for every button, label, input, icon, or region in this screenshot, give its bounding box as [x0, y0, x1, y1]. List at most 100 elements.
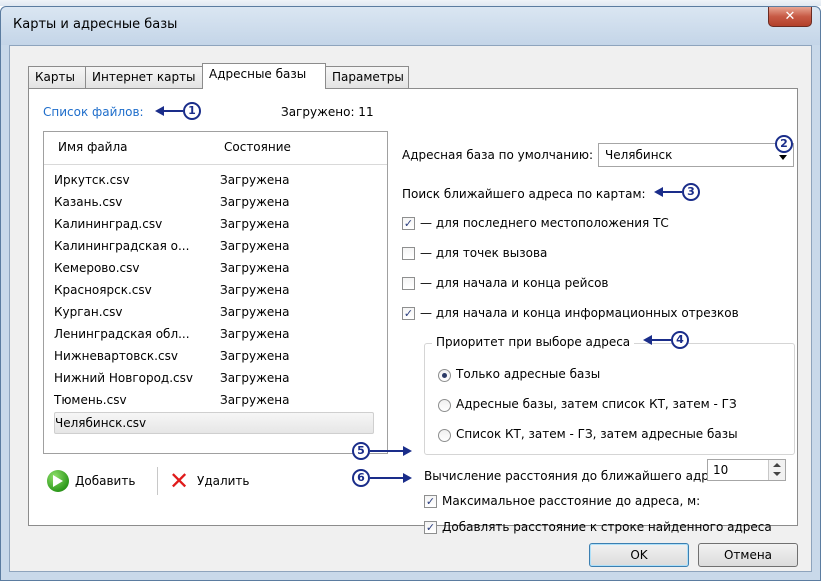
file-status: Загружена	[220, 371, 290, 385]
priority-radio-kt-gz-address[interactable]	[438, 429, 451, 442]
file-name: Калининград.csv	[54, 217, 163, 231]
file-row[interactable]: Нижний Новгород.csv Загружена	[54, 368, 374, 390]
priority-label-address-kt-gz: Адресные базы, затем список КТ, затем - …	[456, 397, 737, 411]
title-bar: Карты и адресные базы ✕	[1, 7, 820, 45]
tab-internet-maps[interactable]: Интернет карты	[85, 66, 203, 88]
file-name: Кемерово.csv	[54, 261, 140, 275]
file-status: Загружена	[220, 393, 290, 407]
spinner-buttons[interactable]	[768, 460, 785, 480]
file-row[interactable]: Ленинградская обл... Загружена	[54, 324, 374, 346]
callout-1: 1	[183, 102, 201, 120]
priority-radio-address-kt-gz[interactable]	[438, 399, 451, 412]
file-status: Загружена	[220, 283, 290, 297]
file-row[interactable]: Калининградская о... Загружена	[54, 236, 374, 258]
distance-heading: Вычисление расстояния до ближайшего адре…	[424, 469, 735, 483]
append-distance-checkbox[interactable]: ✓	[424, 521, 437, 534]
chevron-down-icon[interactable]	[779, 155, 787, 160]
file-name: Казань.csv	[54, 195, 123, 209]
file-status: Загружена	[220, 195, 290, 209]
callout-5-arrowhead	[403, 446, 412, 456]
add-button[interactable]: Добавить	[75, 474, 135, 488]
tab-maps[interactable]: Карты	[28, 66, 86, 88]
option-trips-checkbox[interactable]	[402, 277, 415, 290]
tab-parameters[interactable]: Параметры	[325, 66, 409, 88]
max-distance-label: Максимальное расстояние до адреса, м:	[442, 494, 701, 508]
option-last-location-checkbox[interactable]: ✓	[402, 217, 415, 230]
nearest-search-heading: Поиск ближайшего адреса по картам:	[402, 187, 646, 201]
priority-label-kt-gz-address: Список КТ, затем - ГЗ, затем адресные ба…	[456, 427, 738, 441]
priority-label-address-only: Только адресные базы	[456, 367, 601, 381]
option-call-points-label: — для точек вызова	[420, 246, 548, 260]
option-call-points-checkbox[interactable]	[402, 247, 415, 260]
ok-button[interactable]: OK	[589, 543, 689, 567]
file-list[interactable]: Имя файла Состояние Иркутск.csv Загружена…	[43, 131, 388, 454]
column-header-status[interactable]: Состояние	[224, 140, 291, 154]
priority-radio-address-only[interactable]	[438, 369, 451, 382]
add-icon[interactable]	[47, 470, 69, 492]
toolbar-divider	[157, 467, 158, 495]
default-base-select[interactable]: Челябинск	[598, 143, 794, 167]
callout-2: 2	[775, 135, 793, 153]
max-distance-value: 10	[713, 463, 729, 477]
file-row[interactable]: Казань.csv Загружена	[54, 192, 374, 214]
tab-address-bases[interactable]: Адресные базы	[202, 63, 326, 89]
option-trips-label: — для начала и конца рейсов	[420, 276, 609, 290]
dialog-client-area: Карты Интернет карты Адресные базы Парам…	[9, 45, 812, 572]
file-name: Калининградская о...	[54, 239, 190, 253]
file-name: Челябинск.csv	[55, 416, 147, 430]
file-name: Иркутск.csv	[54, 173, 130, 187]
option-last-location-label: — для последнего местоположения ТС	[420, 216, 669, 230]
delete-icon[interactable]: ✕	[168, 469, 190, 493]
default-base-value: Челябинск	[605, 148, 673, 162]
option-info-segments-checkbox[interactable]: ✓	[402, 307, 415, 320]
spin-down-icon[interactable]	[773, 472, 781, 476]
callout-6: 6	[352, 469, 370, 487]
file-row[interactable]: Иркутск.csv Загружена	[54, 170, 374, 192]
append-distance-label: Добавлять расстояние к строке найденного…	[442, 520, 772, 534]
close-button[interactable]: ✕	[768, 7, 812, 27]
tab-panel-address-bases: Список файлов: 1 Загружено: 11 Имя файла…	[28, 88, 798, 534]
window-title: Карты и адресные базы	[13, 17, 178, 32]
column-header-filename[interactable]: Имя файла	[58, 140, 128, 154]
file-status: Загружена	[220, 261, 290, 275]
header-divider	[44, 164, 387, 165]
file-status: Загружена	[220, 305, 290, 319]
max-distance-spinner[interactable]: 10	[707, 459, 786, 481]
file-row[interactable]: Тюмень.csv Загружена	[54, 390, 374, 412]
callout-6-arrowhead	[403, 473, 412, 483]
default-base-label: Адресная база по умолчанию:	[402, 148, 594, 162]
option-info-segments-label: — для начала и конца информационных отре…	[420, 306, 739, 320]
file-name: Ленинградская обл...	[54, 327, 190, 341]
file-row[interactable]: Калининград.csv Загружена	[54, 214, 374, 236]
loaded-count: Загружено: 11	[281, 105, 374, 119]
file-row[interactable]: Курган.csv Загружена	[54, 302, 374, 324]
delete-button[interactable]: Удалить	[197, 474, 250, 488]
file-status: Загружена	[220, 239, 290, 253]
file-name: Тюмень.csv	[54, 393, 127, 407]
file-name: Курган.csv	[54, 305, 123, 319]
callout-3: 3	[682, 183, 700, 201]
file-row[interactable]: Нижневартовск.csv Загружена	[54, 346, 374, 368]
callout-4: 4	[671, 331, 689, 349]
file-list-title: Список файлов:	[43, 105, 144, 119]
priority-legend: Приоритет при выборе адреса	[432, 335, 635, 349]
file-row-selected[interactable]: Челябинск.csv	[54, 412, 374, 434]
callout-5: 5	[352, 442, 370, 460]
file-row[interactable]: Кемерово.csv Загружена	[54, 258, 374, 280]
file-name: Красноярск.csv	[54, 283, 152, 297]
spin-up-icon[interactable]	[773, 463, 781, 467]
callout-1-line	[163, 110, 183, 112]
callout-5-line	[370, 450, 404, 452]
max-distance-checkbox[interactable]: ✓	[424, 495, 437, 508]
callout-4-line	[651, 339, 671, 341]
file-status: Загружена	[220, 173, 290, 187]
file-status: Загружена	[220, 327, 290, 341]
file-row[interactable]: Красноярск.csv Загружена	[54, 280, 374, 302]
file-name: Нижний Новгород.csv	[54, 371, 193, 385]
callout-6-line	[370, 477, 404, 479]
file-status: Загружена	[220, 217, 290, 231]
dialog-window: Карты и адресные базы ✕ Карты Интернет к…	[0, 6, 821, 581]
file-status: Загружена	[220, 349, 290, 363]
file-name: Нижневартовск.csv	[54, 349, 178, 363]
cancel-button[interactable]: Отмена	[698, 543, 798, 567]
